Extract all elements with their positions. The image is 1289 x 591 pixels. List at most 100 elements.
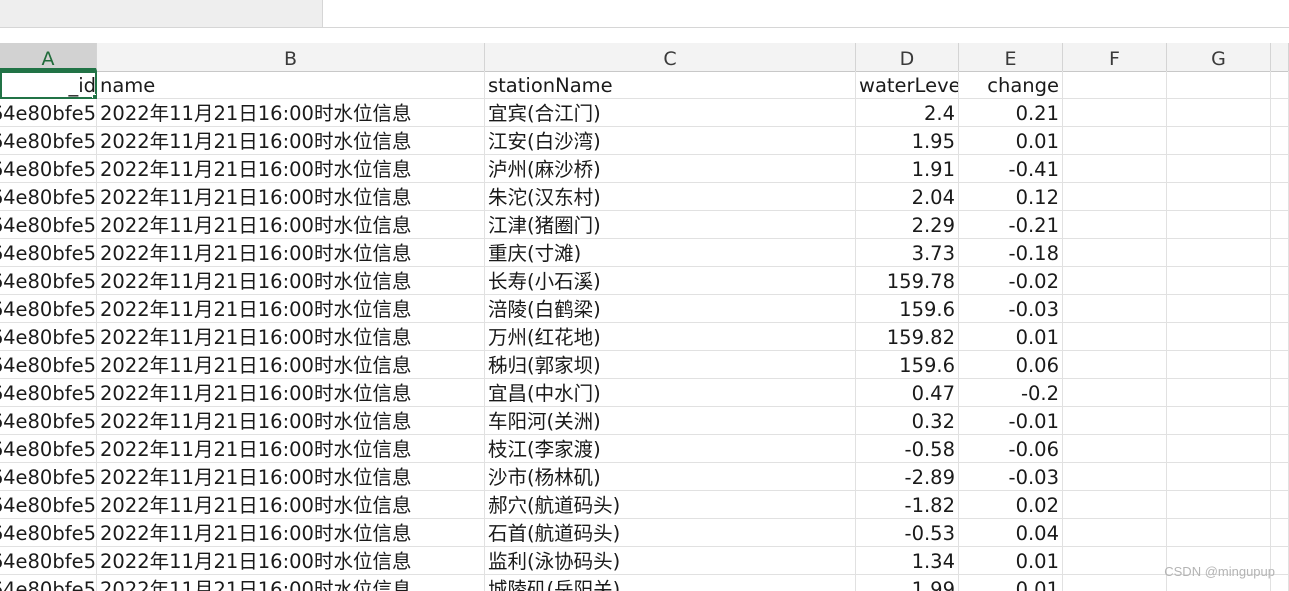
cell-e[interactable]: 0.01 [959,547,1063,575]
cell-partial[interactable] [1271,211,1289,239]
cell-b[interactable]: 2022年11月21日16:00时水位信息 [97,519,485,547]
cell-partial[interactable] [1271,155,1289,183]
cell-e[interactable]: -0.18 [959,239,1063,267]
cell-a[interactable]: 64e80bfe5 [0,491,97,519]
cell-b[interactable]: 2022年11月21日16:00时水位信息 [97,127,485,155]
cell-b[interactable]: 2022年11月21日16:00时水位信息 [97,351,485,379]
cell-b[interactable]: 2022年11月21日16:00时水位信息 [97,183,485,211]
cell-b[interactable]: 2022年11月21日16:00时水位信息 [97,463,485,491]
cell-e[interactable]: 0.02 [959,491,1063,519]
cell-e[interactable]: -0.03 [959,463,1063,491]
cell-a[interactable]: 64e80bfe5 [0,155,97,183]
cell-b[interactable]: 2022年11月21日16:00时水位信息 [97,547,485,575]
cell-d[interactable]: 1.95 [856,127,959,155]
cell-g[interactable] [1167,351,1271,379]
cell-d[interactable]: 0.47 [856,379,959,407]
cell-e[interactable]: -0.03 [959,295,1063,323]
cell-d[interactable]: 159.6 [856,351,959,379]
cell-f[interactable] [1063,127,1167,155]
cell-e[interactable]: 0.12 [959,183,1063,211]
cell-c[interactable]: 城陵矶(岳阳关) [485,575,856,591]
cell-g[interactable] [1167,155,1271,183]
cell-a[interactable]: 64e80bfe5 [0,99,97,127]
cell-partial[interactable] [1271,267,1289,295]
cell-partial[interactable] [1271,491,1289,519]
cell-c[interactable]: 秭归(郭家坝) [485,351,856,379]
cell-partial[interactable] [1271,183,1289,211]
cell-partial[interactable] [1271,295,1289,323]
cell-partial[interactable] [1271,99,1289,127]
cell-a[interactable]: 64e80bfe5 [0,351,97,379]
cell-g[interactable] [1167,211,1271,239]
cell-f[interactable] [1063,379,1167,407]
cell-g[interactable] [1167,379,1271,407]
cell-e[interactable]: 0.04 [959,519,1063,547]
cell-d[interactable]: -2.89 [856,463,959,491]
cell-c[interactable]: 宜昌(中水门) [485,379,856,407]
cell-f[interactable] [1063,99,1167,127]
column-header-e[interactable]: E [959,43,1063,71]
column-header-d[interactable]: D [856,43,959,71]
cell-b[interactable]: 2022年11月21日16:00时水位信息 [97,295,485,323]
cell-partial[interactable] [1271,127,1289,155]
cell-c[interactable]: 宜宾(合江门) [485,99,856,127]
cell-b[interactable]: 2022年11月21日16:00时水位信息 [97,99,485,127]
cell-a[interactable]: 64e80bfe5 [0,295,97,323]
cell-b[interactable]: 2022年11月21日16:00时水位信息 [97,323,485,351]
cell-g[interactable] [1167,435,1271,463]
cell-f[interactable] [1063,155,1167,183]
cell-c[interactable]: 沙市(杨林矶) [485,463,856,491]
cell-g[interactable] [1167,71,1271,99]
cell-c[interactable]: 长寿(小石溪) [485,267,856,295]
cell-f[interactable] [1063,239,1167,267]
cell-f[interactable] [1063,519,1167,547]
cell-c[interactable]: 郝穴(航道码头) [485,491,856,519]
cell-f[interactable] [1063,267,1167,295]
cell-a[interactable]: 64e80bfe5 [0,239,97,267]
cell-c[interactable]: stationName [485,71,856,99]
cell-g[interactable] [1167,295,1271,323]
cell-f[interactable] [1063,71,1167,99]
cell-g[interactable] [1167,183,1271,211]
cell-c[interactable]: 石首(航道码头) [485,519,856,547]
cell-e[interactable]: -0.2 [959,379,1063,407]
cell-c[interactable]: 万州(红花地) [485,323,856,351]
cell-partial[interactable] [1271,239,1289,267]
column-header-a[interactable]: A [0,43,97,71]
cell-f[interactable] [1063,211,1167,239]
cell-partial[interactable] [1271,351,1289,379]
cell-b[interactable]: name [97,71,485,99]
cell-g[interactable] [1167,99,1271,127]
cell-e[interactable]: 0.06 [959,351,1063,379]
cell-a[interactable]: 64e80bfe5 [0,183,97,211]
cell-d[interactable]: 1.99 [856,575,959,591]
cell-d[interactable]: 159.78 [856,267,959,295]
cell-d[interactable]: -1.82 [856,491,959,519]
cell-f[interactable] [1063,435,1167,463]
cell-f[interactable] [1063,547,1167,575]
cell-e[interactable]: -0.02 [959,267,1063,295]
column-header-c[interactable]: C [485,43,856,71]
cell-c[interactable]: 重庆(寸滩) [485,239,856,267]
cell-e[interactable]: -0.21 [959,211,1063,239]
cell-c[interactable]: 枝江(李家渡) [485,435,856,463]
cell-g[interactable] [1167,267,1271,295]
cell-g[interactable] [1167,491,1271,519]
cell-f[interactable] [1063,183,1167,211]
cell-c[interactable]: 江津(猪圈门) [485,211,856,239]
cell-partial[interactable] [1271,379,1289,407]
cell-e[interactable]: 0.01 [959,575,1063,591]
cell-a[interactable]: 64e80bfe5 [0,435,97,463]
cell-a[interactable]: 64e80bfe5 [0,547,97,575]
cell-partial[interactable] [1271,323,1289,351]
cell-g[interactable] [1167,323,1271,351]
column-header-partial[interactable] [1271,43,1289,71]
cell-g[interactable] [1167,519,1271,547]
cell-b[interactable]: 2022年11月21日16:00时水位信息 [97,211,485,239]
cell-d[interactable]: 159.6 [856,295,959,323]
cell-e[interactable]: change [959,71,1063,99]
cell-e[interactable]: -0.06 [959,435,1063,463]
cell-a[interactable]: 64e80bfe5 [0,407,97,435]
cell-partial[interactable] [1271,407,1289,435]
cell-g[interactable] [1167,239,1271,267]
